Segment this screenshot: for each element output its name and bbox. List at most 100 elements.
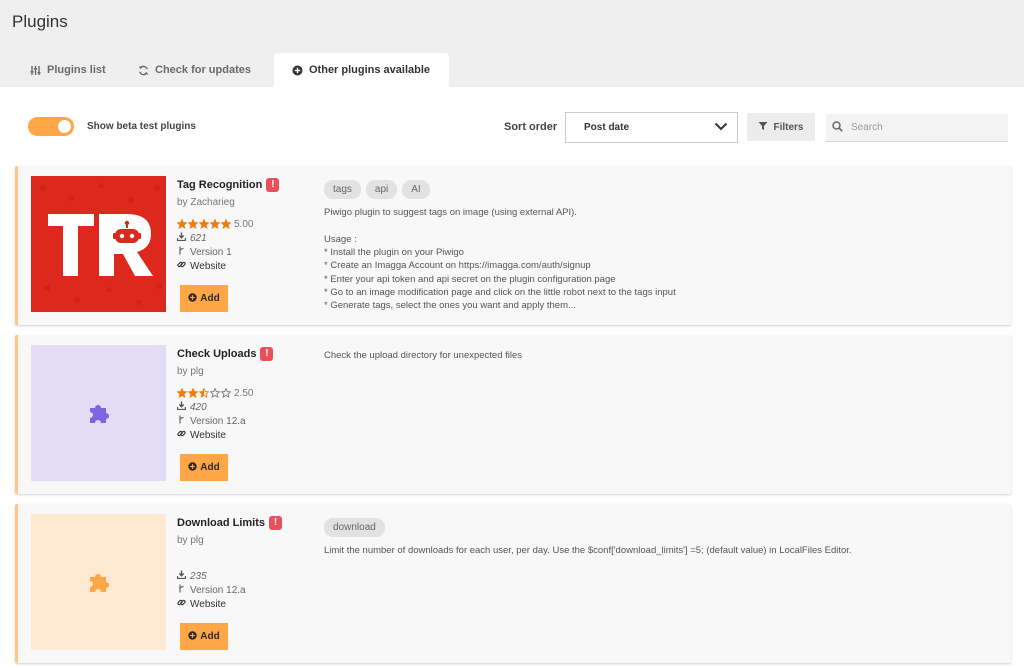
sort-order-value: Post date [584, 122, 630, 133]
plugin-thumbnail [31, 345, 166, 481]
download-icon [176, 232, 187, 244]
add-plugin-button[interactable]: Add [180, 454, 228, 481]
add-plugin-button[interactable]: Add [180, 285, 228, 312]
plugin-info: Tag Recognition by Zacharieg 5.00 621 Ve… [176, 178, 317, 272]
tab-other-plugins[interactable]: Other plugins available [274, 53, 449, 87]
plugin-website-link[interactable]: Website [177, 429, 317, 441]
tag-chip[interactable]: download [324, 518, 385, 538]
branch-icon [177, 415, 186, 427]
sort-order-select[interactable]: Post date [565, 112, 738, 143]
plugin-info: Check Uploads by plg 2.50 420 Version 12… [176, 347, 317, 441]
plus-circle-icon [188, 292, 197, 305]
star-full-icon [221, 219, 231, 229]
puzzle-icon [89, 405, 109, 423]
warning-icon [260, 347, 274, 361]
toggle-knob [58, 120, 71, 133]
star-full-icon [177, 388, 187, 398]
plus-circle-icon [188, 461, 197, 474]
plugin-card: Download Limits by plg 235 Version 12.a … [15, 504, 1011, 663]
plugin-version: Version 12.a [177, 415, 317, 427]
tag-chip[interactable]: AI [402, 180, 430, 200]
description-line: * Go to an image modification page and c… [324, 287, 676, 299]
plugin-author: by plg [177, 535, 204, 546]
star-half-icon [199, 388, 209, 398]
plugin-tags: download [324, 518, 1004, 538]
plugin-info: Download Limits by plg 235 Version 12.a … [176, 516, 317, 610]
star-rating [177, 219, 231, 229]
plugin-version: Version 12.a [177, 584, 317, 596]
search-box [826, 114, 1008, 142]
warning-icon [269, 516, 282, 530]
version-text: Version 12.a [190, 415, 246, 427]
plugin-downloads: 621 [176, 232, 317, 244]
tag-recognition-logo-icon [31, 176, 166, 312]
branch-icon [177, 584, 186, 596]
plugin-description: tags api AI Piwigo plugin to suggest tag… [324, 180, 1004, 313]
beta-toggle[interactable] [28, 117, 74, 136]
sort-order-label: Sort order [504, 121, 558, 133]
page-title: Plugins [12, 12, 68, 31]
plugins-panel: Show beta test plugins Sort order Post d… [0, 87, 1024, 668]
description-line: Limit the number of downloads for each u… [324, 545, 852, 557]
search-icon [832, 119, 843, 137]
plugin-thumbnail [31, 176, 166, 312]
plugin-thumbnail [31, 514, 166, 650]
star-empty-icon [210, 388, 220, 398]
description-line: * Install the plugin on your Piwigo [324, 247, 464, 259]
star-full-icon [199, 219, 209, 229]
plugin-name-row: Check Uploads [177, 347, 317, 361]
beta-toggle-label: Show beta test plugins [87, 121, 196, 132]
warning-icon [266, 178, 280, 192]
plugin-name: Check Uploads [177, 348, 257, 360]
plugin-name: Download Limits [177, 517, 265, 529]
downloads-count: 420 [190, 401, 207, 413]
website-label: Website [190, 598, 226, 610]
tab-plugins-list[interactable]: Plugins list [14, 53, 122, 87]
filter-icon [758, 121, 768, 134]
plugin-tags: tags api AI [324, 180, 1004, 200]
description-line: Check the upload directory for unexpecte… [324, 350, 523, 361]
plugin-author: by Zacharieg [177, 197, 235, 208]
star-full-icon [188, 219, 198, 229]
tag-chip[interactable]: tags [324, 180, 361, 200]
plugin-card: Check Uploads by plg 2.50 420 Version 12… [15, 335, 1011, 494]
search-input[interactable] [851, 122, 1001, 133]
download-icon [176, 570, 187, 582]
filters-button[interactable]: Filters [747, 113, 815, 141]
plugin-rating: 5.00 [177, 218, 317, 230]
tab-label: Other plugins available [309, 64, 431, 76]
plugin-name-row: Download Limits [177, 516, 317, 530]
downloads-count: 621 [190, 232, 207, 244]
tab-check-updates[interactable]: Check for updates [122, 53, 274, 87]
add-plugin-button[interactable]: Add [180, 623, 228, 650]
description-line: * Enter your api token and api secret on… [324, 273, 616, 285]
download-icon [176, 401, 187, 413]
downloads-count: 235 [190, 570, 207, 582]
star-full-icon [188, 388, 198, 398]
website-label: Website [190, 429, 226, 441]
plugin-description: download Limit the number of downloads f… [324, 518, 1004, 558]
plugin-downloads: 235 [176, 570, 317, 582]
plugin-website-link[interactable]: Website [177, 260, 317, 272]
plugin-name: Tag Recognition [177, 179, 263, 191]
description-line: * Create an Imagga Account on https://im… [324, 260, 591, 272]
star-full-icon [177, 219, 187, 229]
add-label: Add [200, 462, 220, 473]
plugin-version: Version 1 [177, 246, 317, 258]
plus-circle-icon [188, 630, 197, 643]
description-line: * Generate tags, select the ones you wan… [324, 300, 576, 312]
tag-chip[interactable]: api [365, 180, 398, 200]
link-icon [177, 429, 186, 441]
plugin-rating: 2.50 [177, 387, 317, 399]
puzzle-icon [89, 574, 109, 592]
rating-value: 5.00 [234, 218, 254, 230]
rating-value: 2.50 [234, 387, 254, 399]
plugin-downloads: 420 [176, 401, 317, 413]
website-label: Website [190, 260, 226, 272]
star-empty-icon [221, 388, 231, 398]
star-full-icon [210, 219, 220, 229]
plugin-website-link[interactable]: Website [177, 598, 317, 610]
plugin-name-row: Tag Recognition [177, 178, 317, 192]
plugin-author: by plg [177, 366, 204, 377]
plugin-rating [177, 556, 317, 568]
